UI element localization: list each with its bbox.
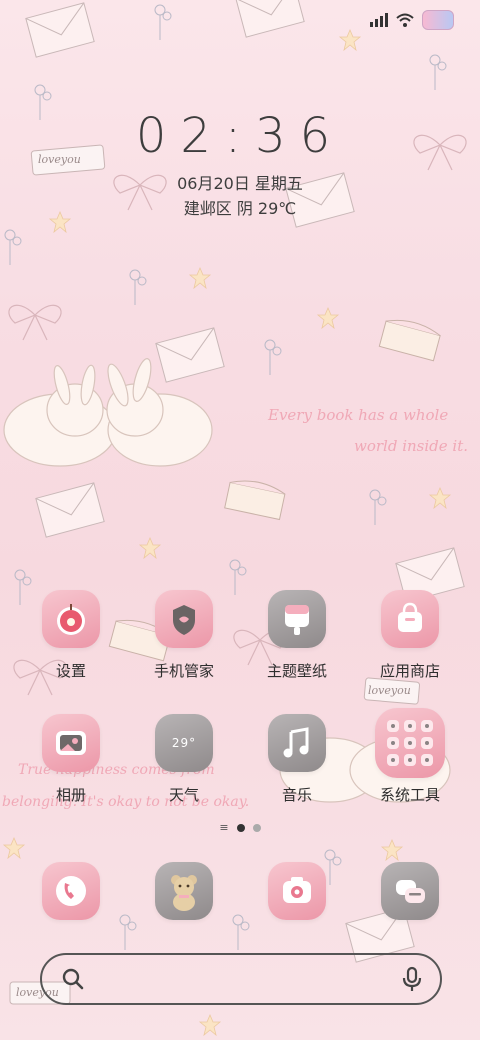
search-bar[interactable] [40,953,442,1005]
dock-phone[interactable] [21,862,121,920]
wallpaper-quote-line2: world inside it. [354,437,469,455]
weather-summary[interactable]: 建邺区 阴 29℃ [0,195,480,219]
battery-icon [422,10,454,30]
page-indicator[interactable]: ≡ [0,822,480,833]
app-gallery[interactable]: 相册 [21,714,121,805]
app-phone-manager[interactable]: 手机管家 [134,590,234,681]
app-settings[interactable]: 设置 [21,590,121,681]
app-label: 应用商店 [379,662,440,680]
clock-time[interactable]: 02:36 [0,108,480,164]
dock-messages[interactable] [360,862,460,920]
shield-icon [155,590,213,648]
app-label: 设置 [55,662,86,680]
app-label: 手机管家 [153,662,214,680]
app-label: 系统工具 [379,786,440,804]
weather-icon-temp: 29° [171,736,197,750]
phone-icon [42,862,100,920]
teddy-icon [155,862,213,920]
dock-camera[interactable] [247,862,347,920]
page-dot[interactable] [252,824,261,832]
app-label: 音乐 [281,786,312,804]
microphone-icon[interactable] [402,966,422,992]
list-view-icon[interactable]: ≡ [219,822,228,833]
photo-icon [42,714,100,772]
folder-system-tools[interactable]: 系统工具 [360,708,460,805]
page-dot-active[interactable] [236,824,245,832]
search-icon [62,968,84,990]
status-bar [370,10,454,30]
camera-icon [268,862,326,920]
app-label: 相册 [55,786,86,804]
app-music[interactable]: 音乐 [247,714,347,805]
bag-icon [381,590,439,648]
app-weather[interactable]: 29° 天气 [134,714,234,805]
theme-icon [268,590,326,648]
app-store[interactable]: 应用商店 [360,590,460,681]
wifi-icon [396,13,414,27]
music-icon [268,714,326,772]
dock-contacts[interactable] [134,862,234,920]
message-icon [381,862,439,920]
apple-icon [42,590,100,648]
clock-date: 06月20日 星期五 [177,174,303,193]
folder-icon [375,708,445,778]
app-label: 天气 [168,786,199,804]
weather-icon: 29° [155,714,213,772]
signal-icon [370,13,388,27]
app-label: 主题壁纸 [266,662,327,680]
wallpaper-stamp: loveyou [368,684,411,697]
app-themes[interactable]: 主题壁纸 [247,590,347,681]
wallpaper-quote-line1: Every book has a whole [268,406,449,424]
